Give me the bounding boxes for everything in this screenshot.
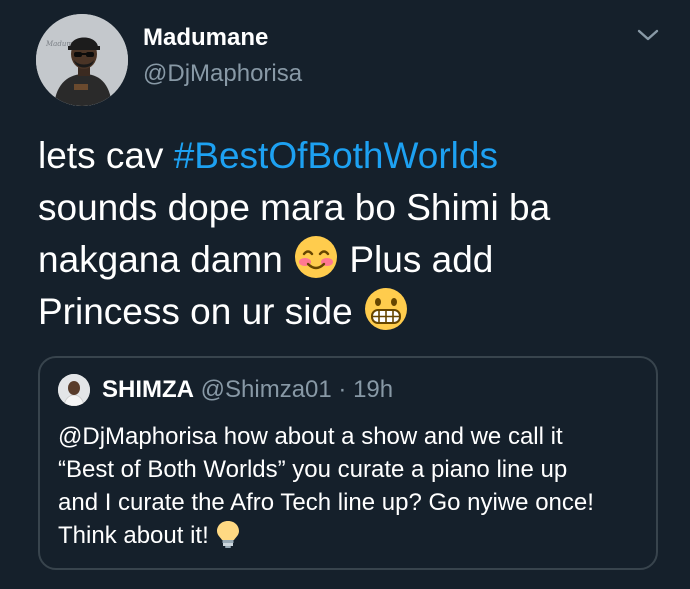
quoted-header: SHIMZA @Shimza01 · 19h: [102, 376, 393, 404]
author-display-name[interactable]: Madumane: [143, 24, 268, 52]
quoted-tweet-text: @DjMaphorisa how about a show and we cal…: [58, 420, 648, 552]
profile-photo-icon: Madumane: [36, 14, 128, 106]
chevron-down-icon[interactable]: [636, 26, 660, 44]
hashtag-link[interactable]: #BestOfBothWorlds: [174, 135, 498, 176]
quoted-tweet[interactable]: SHIMZA @Shimza01 · 19h @DjMaphorisa how …: [38, 356, 658, 570]
quoted-line-2: “Best of Both Worlds” you curate a piano…: [58, 456, 568, 483]
quoted-author-name[interactable]: SHIMZA: [102, 376, 194, 403]
quoted-line-4: Think about it!: [58, 519, 648, 552]
tweet-text-segment: Plus add: [339, 239, 494, 280]
quoted-author-avatar[interactable]: [58, 374, 90, 406]
smiling-face-with-blush-icon: [295, 236, 338, 278]
tweet-line-2: sounds dope mara bo Shimi ba: [38, 187, 551, 228]
quoted-author-meta: @Shimza01 · 19h: [194, 376, 394, 403]
tweet-text-segment: nakgana damn: [38, 239, 294, 280]
tweet-line-3: nakgana damn Plus add: [38, 234, 658, 286]
quoted-text-segment: Think about it!: [58, 522, 216, 549]
tweet-text-segment: lets cav: [38, 135, 174, 176]
profile-photo-icon: [58, 374, 90, 406]
quoted-line-3: and I curate the Afro Tech line up? Go n…: [58, 489, 594, 516]
tweet-line-4: Princess on ur side: [38, 286, 658, 338]
author-handle[interactable]: @DjMaphorisa: [143, 60, 302, 88]
tweet[interactable]: Madumane Madumane @DjMaphorisa lets cav …: [0, 0, 690, 589]
tweet-text: lets cav #BestOfBothWorlds sounds dope m…: [38, 130, 658, 338]
author-avatar[interactable]: Madumane: [36, 14, 128, 106]
light-bulb-icon: [217, 521, 240, 548]
quoted-line-1: @DjMaphorisa how about a show and we cal…: [58, 423, 563, 450]
grimacing-face-icon: [364, 288, 407, 330]
tweet-line-1: lets cav #BestOfBothWorlds: [38, 130, 658, 182]
tweet-text-segment: Princess on ur side: [38, 291, 363, 332]
